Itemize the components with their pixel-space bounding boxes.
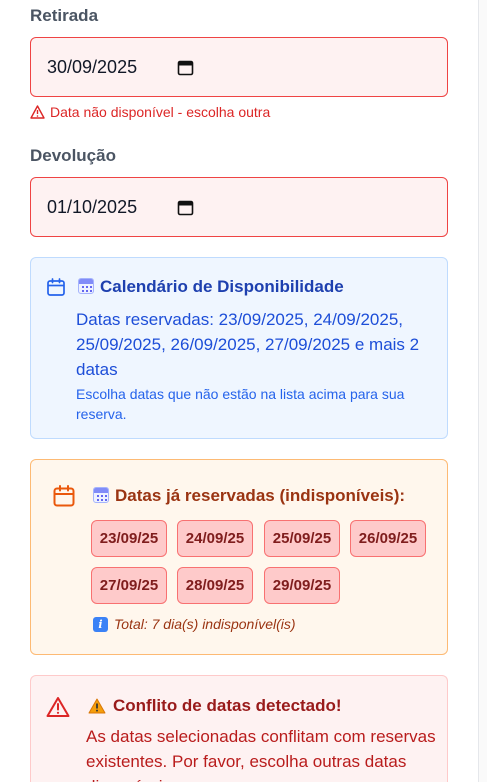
pickup-error: Data não disponível - escolha outra: [30, 103, 430, 121]
booked-date-pill: 29/09/25: [264, 567, 340, 604]
booked-total-row: i Total: 7 dia(s) indisponível(is): [93, 616, 296, 632]
availability-title-row: Calendário de Disponibilidade: [78, 277, 438, 297]
availability-title: Calendário de Disponibilidade: [100, 277, 344, 296]
scrollbar-edge[interactable]: [478, 0, 487, 782]
booked-date-pill: 23/09/25: [91, 520, 167, 557]
pickup-date-input[interactable]: [31, 38, 447, 96]
calendar-icon: [47, 278, 65, 296]
alert-triangle-icon: [30, 105, 45, 119]
conflict-message: As datas selecionadas conflitam com rese…: [86, 727, 436, 782]
availability-hint: Escolha datas que não estão na lista aci…: [76, 386, 405, 422]
booked-date-pill: 24/09/25: [177, 520, 253, 557]
calendar-picker-icon[interactable]: [177, 59, 194, 76]
booked-date-pill: 25/09/25: [264, 520, 340, 557]
booked-title: Datas já reservadas (indisponíveis):: [115, 486, 406, 505]
info-icon: i: [93, 616, 108, 632]
return-date-field[interactable]: [30, 177, 448, 237]
booked-date-pill: 28/09/25: [177, 567, 253, 604]
booked-date-pill: 27/09/25: [91, 567, 167, 604]
reserved-dates-text: Datas reservadas: 23/09/2025, 24/09/2025…: [76, 310, 420, 379]
booked-title-row: Datas já reservadas (indisponíveis):: [93, 486, 443, 506]
booked-date-pill: 26/09/25: [350, 520, 426, 557]
availability-panel: Calendário de Disponibilidade Datas rese…: [30, 257, 448, 439]
booked-total: Total: 7 dia(s) indisponível(is): [114, 616, 296, 632]
pickup-label: Retirada: [30, 6, 99, 25]
calendar-icon: [53, 485, 75, 507]
calendar-emoji-icon: [78, 278, 94, 294]
pickup-date-field[interactable]: [30, 37, 448, 97]
warning-emoji-icon: [88, 698, 106, 714]
conflict-title-row: Conflito de datas detectado!: [88, 696, 438, 716]
calendar-picker-icon[interactable]: [177, 199, 194, 216]
calendar-emoji-icon: [93, 487, 109, 503]
pickup-error-text: Data não disponível - escolha outra: [50, 104, 271, 120]
booked-dates-panel: Datas já reservadas (indisponíveis): 23/…: [30, 459, 448, 655]
alert-triangle-icon: [46, 697, 70, 717]
conflict-alert: Conflito de datas detectado! As datas se…: [30, 675, 448, 782]
return-label: Devolução: [30, 146, 116, 165]
return-date-input[interactable]: [31, 178, 447, 236]
conflict-title: Conflito de datas detectado!: [113, 696, 342, 715]
